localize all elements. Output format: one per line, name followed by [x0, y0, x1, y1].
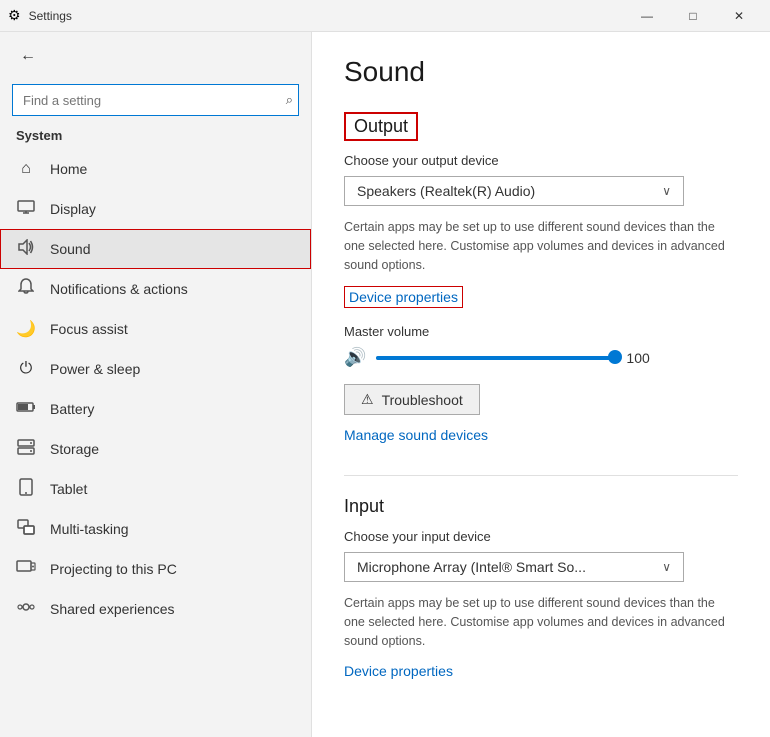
battery-icon — [16, 400, 36, 418]
output-device-dropdown[interactable]: Speakers (Realtek(R) Audio) ∨ — [344, 176, 684, 206]
search-input[interactable] — [12, 84, 299, 116]
sidebar-item-battery[interactable]: Battery — [0, 389, 311, 429]
troubleshoot-label: Troubleshoot — [382, 392, 463, 408]
storage-icon — [16, 439, 36, 460]
titlebar-controls: — □ ✕ — [624, 0, 762, 32]
shared-icon — [16, 599, 36, 620]
sidebar-shared-label: Shared experiences — [50, 601, 175, 617]
page-title: Sound — [344, 56, 738, 88]
section-divider — [344, 475, 738, 476]
sidebar-item-notifications[interactable]: Notifications & actions — [0, 269, 311, 309]
volume-section: Master volume 🔊 100 — [344, 324, 738, 368]
sidebar-storage-label: Storage — [50, 441, 99, 457]
back-icon: ← — [20, 47, 36, 65]
input-device-value: Microphone Array (Intel® Smart So... — [357, 559, 586, 575]
sidebar-item-focus[interactable]: 🌙 Focus assist — [0, 309, 311, 349]
close-button[interactable]: ✕ — [716, 0, 762, 32]
input-device-label: Choose your input device — [344, 529, 738, 544]
sidebar-display-label: Display — [50, 201, 96, 217]
troubleshoot-icon: ⚠ — [361, 391, 374, 408]
sidebar-item-display[interactable]: Display — [0, 189, 311, 229]
sidebar-sound-label: Sound — [50, 241, 90, 257]
sidebar-item-tablet[interactable]: Tablet — [0, 469, 311, 509]
back-button[interactable]: ← — [12, 40, 44, 72]
output-section: Output Choose your output device Speaker… — [344, 112, 738, 471]
sidebar-item-power[interactable]: ⏻ Power & sleep — [0, 349, 311, 389]
sidebar-focus-label: Focus assist — [50, 321, 128, 337]
sidebar-home-label: Home — [50, 161, 87, 177]
sidebar-item-multitasking[interactable]: Multi-tasking — [0, 509, 311, 549]
maximize-button[interactable]: □ — [670, 0, 716, 32]
device-properties-link[interactable]: Device properties — [344, 286, 463, 308]
input-device-properties-link[interactable]: Device properties — [344, 663, 453, 679]
multitasking-icon — [16, 519, 36, 540]
input-section: Input Choose your input device Microphon… — [344, 496, 738, 694]
sidebar: ← ⌕ System ⌂ Home Display — [0, 32, 312, 737]
sidebar-item-shared[interactable]: Shared experiences — [0, 589, 311, 629]
sidebar-multitasking-label: Multi-tasking — [50, 521, 129, 537]
sidebar-item-sound[interactable]: Sound — [0, 229, 311, 269]
settings-icon: ⚙ — [8, 7, 21, 24]
volume-label: Master volume — [344, 324, 738, 339]
sidebar-power-label: Power & sleep — [50, 361, 140, 377]
home-icon: ⌂ — [16, 160, 36, 178]
titlebar-title: Settings — [29, 9, 72, 23]
minimize-button[interactable]: — — [624, 0, 670, 32]
volume-slider[interactable] — [376, 356, 616, 360]
content-area: Sound Output Choose your output device S… — [312, 32, 770, 737]
input-dropdown-arrow: ∨ — [662, 560, 671, 574]
sidebar-projecting-label: Projecting to this PC — [50, 561, 177, 577]
sidebar-item-storage[interactable]: Storage — [0, 429, 311, 469]
search-icon[interactable]: ⌕ — [286, 92, 293, 108]
sidebar-battery-label: Battery — [50, 401, 94, 417]
volume-thumb — [608, 350, 622, 364]
input-header: Input — [344, 496, 738, 517]
sidebar-section-label: System — [0, 124, 311, 149]
focus-icon: 🌙 — [16, 319, 36, 339]
volume-row: 🔊 100 — [344, 347, 738, 368]
power-icon: ⏻ — [16, 360, 36, 378]
input-device-dropdown[interactable]: Microphone Array (Intel® Smart So... ∨ — [344, 552, 684, 582]
volume-value: 100 — [626, 350, 656, 366]
volume-fill — [376, 356, 616, 360]
volume-icon: 🔊 — [344, 347, 366, 368]
sidebar-item-home[interactable]: ⌂ Home — [0, 149, 311, 189]
input-info-text: Certain apps may be set up to use differ… — [344, 594, 738, 650]
titlebar: ⚙ Settings — □ ✕ — [0, 0, 770, 32]
sound-icon — [16, 239, 36, 260]
output-device-label: Choose your output device — [344, 153, 738, 168]
output-header: Output — [344, 112, 418, 141]
notifications-icon — [16, 278, 36, 301]
output-device-value: Speakers (Realtek(R) Audio) — [357, 183, 535, 199]
app-body: ← ⌕ System ⌂ Home Display — [0, 32, 770, 737]
troubleshoot-button[interactable]: ⚠ Troubleshoot — [344, 384, 480, 415]
titlebar-left: ⚙ Settings — [8, 7, 72, 24]
search-box: ⌕ — [12, 84, 299, 116]
sidebar-tablet-label: Tablet — [50, 481, 87, 497]
display-icon — [16, 200, 36, 219]
output-dropdown-arrow: ∨ — [662, 184, 671, 198]
sidebar-notifications-label: Notifications & actions — [50, 281, 188, 297]
tablet-icon — [16, 478, 36, 501]
manage-sound-devices-link[interactable]: Manage sound devices — [344, 427, 488, 443]
projecting-icon — [16, 560, 36, 579]
output-info-text: Certain apps may be set up to use differ… — [344, 218, 738, 274]
sidebar-nav-top: ← — [0, 32, 311, 80]
sidebar-item-projecting[interactable]: Projecting to this PC — [0, 549, 311, 589]
